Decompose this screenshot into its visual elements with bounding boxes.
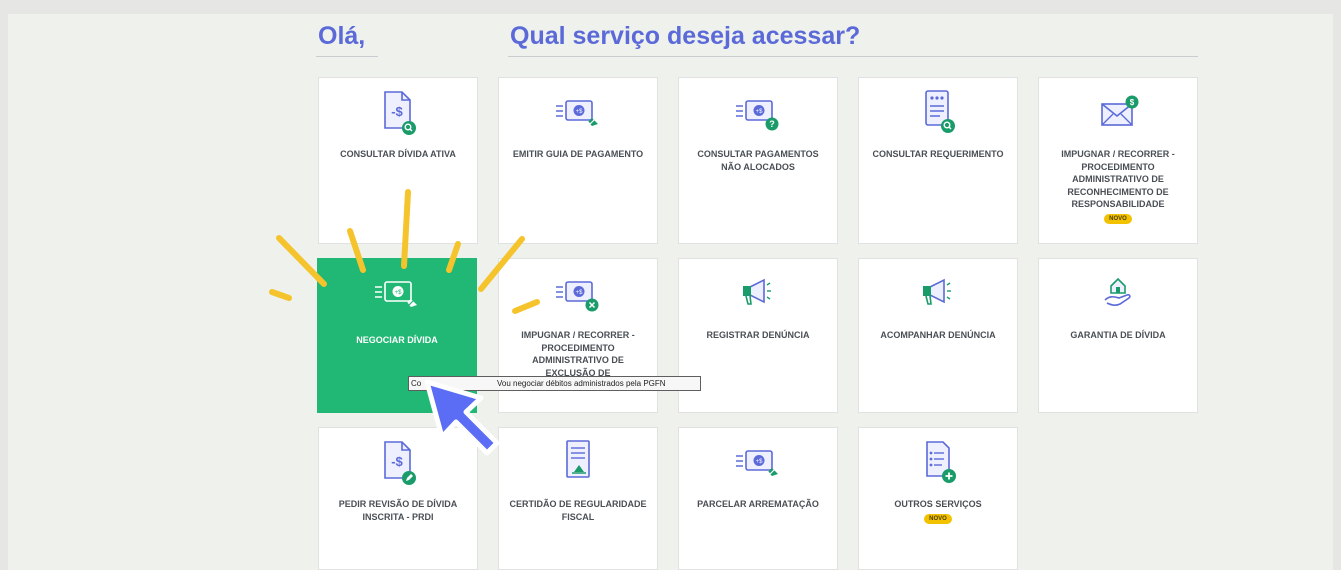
card-label: PEDIR REVISÃO DE DÍVIDA INSCRITA - PRDI — [338, 499, 458, 522]
form-search-icon — [925, 90, 955, 133]
document-dollar-search-icon: -$ — [384, 91, 416, 135]
money-bill-check-icon: +$ — [556, 100, 598, 126]
card-impugnar-responsabilidade[interactable]: $ IMPUGNAR / RECORRER - PROCEDIMENTO ADM… — [1038, 77, 1198, 244]
document-dollar-edit-icon: -$ — [384, 441, 416, 485]
card-outros-servicos[interactable]: OUTROS SERVIÇOS NOVO — [858, 427, 1018, 570]
card-consultar-divida-ativa[interactable]: -$ CONSULTAR DÍVIDA ATIVA — [318, 77, 478, 244]
card-label: OUTROS SERVIÇOS NOVO — [867, 498, 1009, 524]
svg-text:?: ? — [769, 119, 775, 129]
tooltip: Co Vou negociar débitos administrados pe… — [408, 376, 701, 391]
svg-text:$: $ — [1130, 98, 1135, 107]
tooltip-text: Vou negociar débitos administrados pela … — [497, 379, 666, 388]
svg-text:+$: +$ — [576, 109, 584, 115]
page-title: Qual serviço deseja acessar? — [510, 22, 861, 50]
greeting-underline — [316, 56, 378, 57]
money-bill-question-icon: +$ ? — [736, 100, 779, 131]
card-label: NEGOCIAR DÍVIDA — [356, 335, 438, 345]
new-badge: NOVO — [924, 513, 952, 524]
new-badge: NOVO — [1104, 213, 1132, 224]
list-add-icon — [926, 441, 956, 483]
certificate-document-icon — [566, 440, 590, 478]
card-label: EMITIR GUIA DE PAGAMENTO — [512, 149, 644, 159]
card-acompanhar-denuncia[interactable]: ACOMPANHAR DENÚNCIA — [858, 258, 1018, 413]
card-emitir-guia[interactable]: +$ EMITIR GUIA DE PAGAMENTO — [498, 77, 658, 244]
card-consultar-pagamentos[interactable]: +$ ? CONSULTAR PAGAMENTOS NÃO ALOCADOS — [678, 77, 838, 244]
card-label: IMPUGNAR / RECORRER - PROCEDIMENTO ADMIN… — [1047, 148, 1189, 224]
card-label: REGISTRAR DENÚNCIA — [706, 330, 810, 340]
card-label-text: OUTROS SERVIÇOS — [894, 499, 982, 509]
card-label: PARCELAR ARREMATAÇÃO — [697, 499, 819, 509]
greeting: Olá, — [318, 22, 366, 50]
svg-text:+$: +$ — [576, 290, 584, 296]
megaphone-icon — [923, 278, 951, 305]
card-label-text: IMPUGNAR / RECORRER - PROCEDIMENTO ADMIN… — [1061, 149, 1175, 209]
card-label: CERTIDÃO DE REGULARIDADE FISCAL — [509, 499, 647, 522]
svg-text:+$: +$ — [395, 290, 403, 296]
svg-text:+$: +$ — [756, 109, 764, 115]
card-registrar-denuncia[interactable]: REGISTRAR DENÚNCIA — [678, 258, 838, 413]
card-garantia-divida[interactable]: GARANTIA DE DÍVIDA — [1038, 258, 1198, 413]
tooltip-text-left: Co — [411, 379, 422, 388]
card-label: ACOMPANHAR DENÚNCIA — [880, 330, 996, 340]
hand-house-icon — [1104, 277, 1131, 306]
svg-text:-$: -$ — [391, 454, 403, 469]
title-underline — [508, 56, 1198, 57]
envelope-dollar-icon: $ — [1101, 95, 1139, 126]
card-label: CONSULTAR PAGAMENTOS NÃO ALOCADOS — [697, 149, 819, 172]
money-bill-cancel-icon: +$ — [556, 281, 599, 312]
card-label: CONSULTAR REQUERIMENTO — [872, 149, 1004, 159]
svg-text:-$: -$ — [391, 104, 403, 119]
card-consultar-requerimento[interactable]: CONSULTAR REQUERIMENTO — [858, 77, 1018, 244]
card-certidao[interactable]: CERTIDÃO DE REGULARIDADE FISCAL — [498, 427, 658, 570]
megaphone-icon — [743, 278, 771, 305]
card-label: CONSULTAR DÍVIDA ATIVA — [340, 149, 456, 159]
card-label: GARANTIA DE DÍVIDA — [1070, 330, 1166, 340]
card-parcelar-arrematacao[interactable]: +$ PARCELAR ARREMATAÇÃO — [678, 427, 838, 570]
card-pedir-revisao[interactable]: -$ PEDIR REVISÃO DE DÍVIDA INSCRITA - PR… — [318, 427, 478, 570]
money-bill-check-icon: +$ — [736, 450, 778, 476]
money-bill-check-icon: +$ — [375, 281, 417, 307]
svg-text:+$: +$ — [756, 459, 764, 465]
